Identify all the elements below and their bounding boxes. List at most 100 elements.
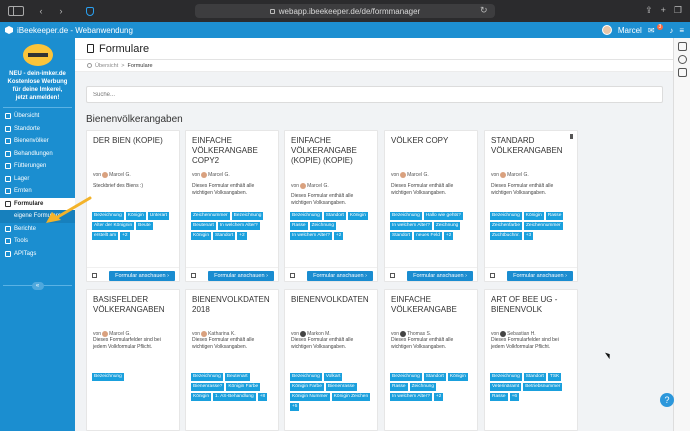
field-tag: Königin Farbe <box>226 383 261 391</box>
form-card-description: Dieses Formular enthält alle wichtigen V… <box>291 193 354 206</box>
sidebar-menu: Übersicht Standorte Bienenvölker Behandl… <box>0 110 75 260</box>
form-card-description: Dieses Formular enthält alle wichtigen V… <box>491 183 554 196</box>
menu-icon[interactable]: ≡ <box>679 26 684 35</box>
form-card[interactable]: BASISFELDER VÖLKERANGABEN von Marcel G. Die… <box>86 289 180 431</box>
search-input[interactable] <box>86 86 663 103</box>
author-prefix: von <box>291 183 300 189</box>
field-tag: Bienenrasse? <box>191 383 225 391</box>
back-icon[interactable]: ‹ <box>34 6 48 16</box>
form-card[interactable]: EINFACHE VÖLKERANGABE COPY2 von Marcel G. D… <box>185 130 279 282</box>
field-tag: +2 <box>433 393 444 401</box>
form-card[interactable]: VÖLKER COPY von Marcel G. Dieses Formular e… <box>384 130 478 282</box>
field-tag: Standort <box>323 212 346 220</box>
form-card-tags: Bezeichnung Hallo wie gehts? In welchem Al… <box>390 212 474 240</box>
sidebar-item-label: Behandlungen <box>14 150 53 157</box>
sidebar-item-ernten[interactable]: Ernten <box>0 185 75 198</box>
form-card[interactable]: DER BIEN (KOPIE) von Marcel G. Steckbrief d… <box>86 130 180 282</box>
form-card-title: BIENENVOLKDATEN <box>291 295 369 304</box>
form-card-description: Dieses Formular enthält alle wichtigen V… <box>192 337 255 350</box>
sidebar-item-formulare[interactable]: Formulare <box>0 197 75 210</box>
main-content: Formulare Übersicht > Formulare Bienenvö… <box>75 38 673 431</box>
sidebar-item-eigene-formulare[interactable]: eigene Formulare <box>0 210 75 223</box>
form-card[interactable]: EINFACHE VÖLKERANGABE (KOPIE) (KOPIE) von… <box>284 130 378 282</box>
bell-icon[interactable]: ♪ <box>669 26 673 35</box>
open-form-button[interactable]: Formular anschauen › <box>109 271 175 281</box>
field-tag: Königin <box>191 393 212 401</box>
sidebar-item-fuetterungen[interactable]: Fütterungen <box>0 160 75 173</box>
field-tag: Bezeichnung <box>390 212 422 220</box>
breadcrumb: Übersicht > Formulare <box>75 60 673 72</box>
form-card[interactable]: EINFACHE VÖLKERANGABE von Thomas S. Dieses … <box>384 289 478 431</box>
app-logo-icon <box>5 26 13 34</box>
field-tag: Königin Zeichen <box>331 393 371 401</box>
author-name: Marcel G. <box>507 172 529 178</box>
sidebar-item-label: Ernten <box>14 188 32 195</box>
tabs-overview-icon[interactable]: ❐ <box>674 5 682 16</box>
field-tag: Bezeichnung <box>490 212 522 220</box>
group-icon <box>390 273 395 278</box>
inbox-icon[interactable]: ✉ <box>648 26 655 35</box>
sidebar-item-berichte[interactable]: Berichte <box>0 223 75 236</box>
form-card-tags: Bezeichnung Volkart Königin Farbe Bienenras… <box>290 373 374 411</box>
form-card-title: BIENENVOLKDATEN 2018 <box>192 295 270 314</box>
privacy-shield-icon[interactable] <box>86 6 94 16</box>
field-tag: Königin <box>125 212 146 220</box>
field-tag: Standort <box>423 373 446 381</box>
promo-banner[interactable]: NEU - dein-imker.de Kostenlose Werbung f… <box>3 38 72 108</box>
author-prefix: von <box>192 172 201 178</box>
sidebar-item-lager[interactable]: Lager <box>0 173 75 186</box>
sidebar-item-behandlungen[interactable]: Behandlungen <box>0 148 75 161</box>
author-prefix: von <box>391 172 400 178</box>
field-tag: Beutenart <box>224 373 250 381</box>
sidebar-item-bienenvoelker[interactable]: Bienenvölker <box>0 135 75 148</box>
reload-icon[interactable]: ↻ <box>480 5 488 16</box>
field-tag: Zeichnung <box>309 222 337 230</box>
open-form-button[interactable]: Formular anschauen › <box>307 271 373 281</box>
field-tag: +5 <box>290 403 300 411</box>
form-card-tags: Zeichennummer Bezeichnung Beutenart In welc… <box>191 212 275 240</box>
sidebar-item-label: Standorte <box>14 125 41 132</box>
open-form-button[interactable]: Formular anschauen › <box>407 271 473 281</box>
author-prefix: von <box>93 172 102 178</box>
sidebar-item-uebersicht[interactable]: Übersicht <box>0 110 75 123</box>
list-icon[interactable] <box>677 68 687 77</box>
field-tag: Volkart <box>323 373 343 381</box>
forward-icon[interactable]: › <box>54 6 68 16</box>
new-tab-icon[interactable]: + <box>661 5 666 16</box>
field-tag: Hallo wie gehts? <box>423 212 463 220</box>
heart-icon[interactable] <box>677 55 687 64</box>
form-card-title: DER BIEN (KOPIE) <box>93 136 163 145</box>
help-button[interactable]: ? <box>660 393 674 407</box>
address-bar[interactable]: webapp.ibeekeeper.de/de/formmanager <box>195 4 495 18</box>
sidebar-item-tools[interactable]: Tools <box>0 235 75 248</box>
form-card[interactable]: BIENENVOLKDATEN von Markon M. Dieses Formul… <box>284 289 378 431</box>
field-tag: Bezeichnung <box>231 212 264 220</box>
form-card[interactable]: BIENENVOLKDATEN 2018 von Katharina K. Diese… <box>185 289 279 431</box>
form-card[interactable]: ART OF BEE UG - BIENENVOLK von Sebastian H… <box>484 289 578 431</box>
share-icon[interactable]: ⇪ <box>645 5 653 16</box>
sidebar-toggle-icon[interactable] <box>8 6 24 16</box>
sidebar-item-label: Tools <box>14 238 29 245</box>
user-name[interactable]: Marcel <box>618 26 642 35</box>
field-tag: +2 <box>333 232 344 240</box>
treatment-icon <box>5 150 11 157</box>
report-icon <box>5 225 11 232</box>
sidebar-item-label: Lager <box>14 175 30 182</box>
author-name: Marcel G. <box>307 183 329 189</box>
sidebar-item-apitags[interactable]: APITags <box>0 248 75 261</box>
collapse-sidebar-button[interactable]: « <box>31 282 44 290</box>
field-tag: Zeichnung <box>409 383 437 391</box>
pin-icon[interactable] <box>570 134 573 139</box>
user-avatar[interactable] <box>601 25 612 35</box>
app-header: iBeekeeper.de - Webanwendung Marcel ✉ 3 … <box>0 22 690 38</box>
notes-icon[interactable] <box>677 42 687 51</box>
field-tag: In welchem Alter? <box>290 232 332 240</box>
form-card[interactable]: STANDARD VÖLKERANGABEN von Marcel G. Dieses… <box>484 130 578 282</box>
field-tag: Königin <box>191 232 212 240</box>
open-form-button[interactable]: Formular anschauen › <box>507 271 573 281</box>
field-tag: Beutenart <box>191 222 216 230</box>
open-form-button[interactable]: Formular anschauen › <box>208 271 274 281</box>
sidebar-item-label: Formulare <box>14 200 44 207</box>
sidebar-item-standorte[interactable]: Standorte <box>0 123 75 136</box>
breadcrumb-home[interactable]: Übersicht <box>95 63 118 69</box>
